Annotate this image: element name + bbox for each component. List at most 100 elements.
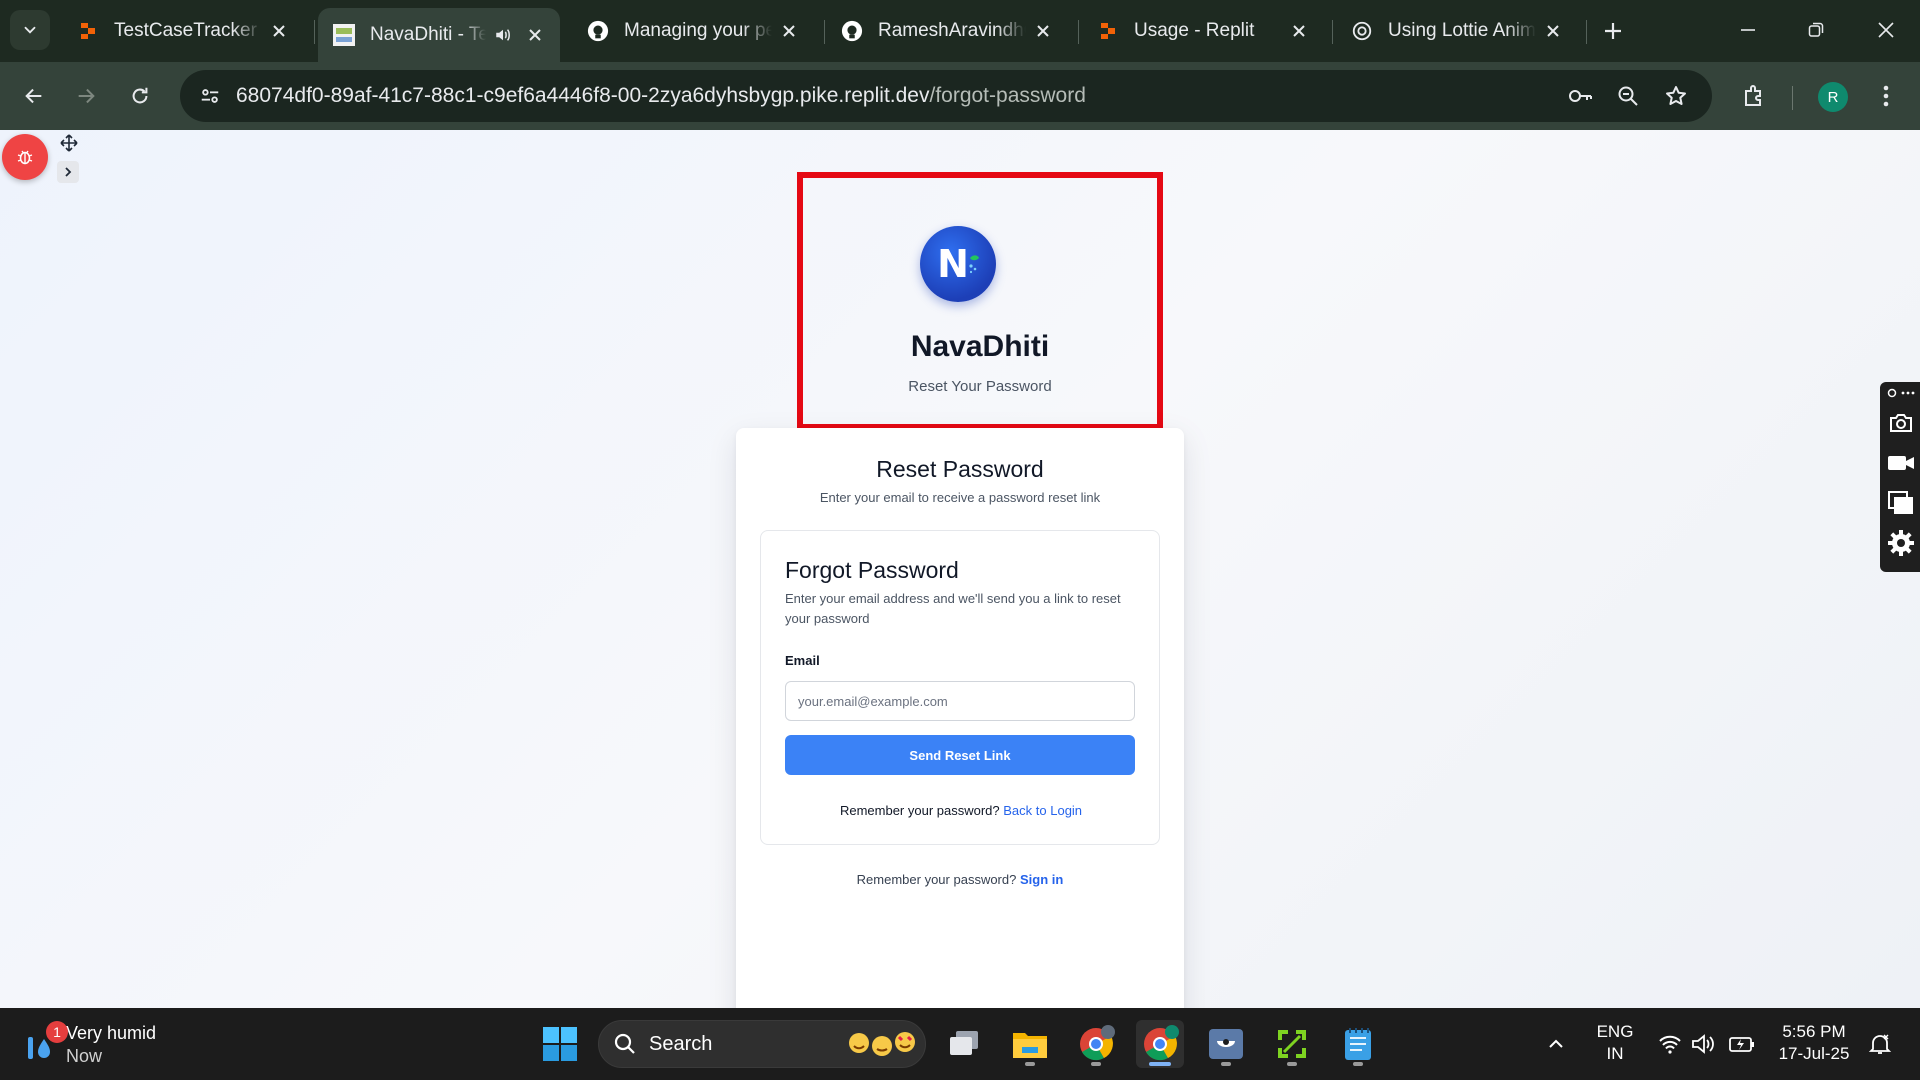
battery-icon[interactable] [1728,1030,1756,1058]
tab-separator [314,20,315,44]
camera-icon[interactable] [1886,408,1916,438]
email-input[interactable] [785,681,1135,721]
close-window-button[interactable] [1858,10,1914,50]
close-icon [1878,22,1894,38]
chrome-profile-button[interactable] [1072,1020,1120,1068]
toolbar-divider [1792,86,1793,110]
capture-menu-icon[interactable] [1886,384,1916,402]
password-key-icon[interactable] [1564,80,1596,112]
form-description: Enter your email address and we'll send … [785,591,1121,626]
chrome-active-button[interactable] [1136,1020,1184,1068]
close-icon[interactable] [778,20,800,42]
zoom-icon[interactable] [1612,80,1644,112]
sign-in-line: Remember your password? Sign in [736,872,1184,887]
folder-icon [1013,1033,1047,1058]
reload-button[interactable] [118,74,162,118]
tab-separator [824,20,825,44]
task-view-button[interactable] [940,1020,988,1068]
start-button[interactable] [536,1020,584,1068]
back-to-login-link[interactable]: Back to Login [1003,803,1082,818]
tab-title: Managing your personal [624,20,772,41]
tab-title: TestCaseTracker (4) [114,20,262,41]
extensions-icon[interactable] [1734,76,1774,116]
media-app-icon [1209,1029,1243,1059]
logo-leaf-icon [969,255,979,274]
language-indicator[interactable]: ENG IN [1590,1021,1640,1065]
task-view-icon [950,1031,978,1055]
weather-widget[interactable]: 1 Very humid Now [24,1021,156,1068]
windows-taskbar: 1 Very humid Now Search ENG IN 5:56 PM 1… [0,1008,1920,1080]
remember-text: Remember your password? [856,872,1017,887]
arrow-left-icon [25,88,42,104]
move-icon[interactable] [58,132,80,154]
expand-panel-button[interactable] [57,161,79,183]
back-to-login-line: Remember your password? Back to Login [761,803,1161,818]
forgot-password-form: Forgot Password Enter your email address… [760,530,1160,845]
search-icon [614,1033,635,1054]
window-capture-icon[interactable] [1886,488,1916,518]
notepad-icon [1345,1028,1371,1060]
bookmark-star-icon[interactable] [1660,80,1692,112]
browser-toolbar: 68074df0-89af-41c7-88c1-c9ef6a4446f8-00-… [0,62,1920,130]
card-title: Reset Password [876,456,1044,482]
sign-in-link[interactable]: Sign in [1020,872,1063,887]
tab-separator [1332,20,1333,44]
close-icon[interactable] [1288,20,1310,42]
back-button[interactable] [12,74,56,118]
settings-gear-icon[interactable] [1886,528,1916,558]
notification-center-icon[interactable] [1866,1030,1894,1058]
send-reset-link-button[interactable]: Send Reset Link [785,735,1135,775]
windows-start-icon [543,1027,577,1061]
volume-icon[interactable] [1690,1030,1718,1058]
tab-search-button[interactable] [10,10,50,50]
tab-strip: TestCaseTracker (4) NavaDhiti - Test Man… [0,0,1920,62]
notepad-button[interactable] [1334,1020,1382,1068]
tab-usage-replit[interactable]: Usage - Replit [1082,8,1324,54]
notification-badge: 1 [46,1021,68,1043]
chrome-icon [1144,1025,1179,1061]
new-tab-button[interactable] [1596,14,1630,48]
close-icon[interactable] [1032,20,1054,42]
chevron-right-icon [65,167,72,177]
reload-icon [132,87,148,104]
tab-separator [1078,20,1079,44]
email-label: Email [785,653,820,668]
tab-navadhiti[interactable]: NavaDhiti - Test [318,8,560,62]
minimize-button[interactable] [1720,10,1776,50]
tab-separator [1586,20,1587,44]
close-icon[interactable] [1542,20,1564,42]
snipping-app-button[interactable] [1268,1020,1316,1068]
tab-lottie[interactable]: Using Lottie Animations [1336,8,1578,54]
tab-testcasetracker[interactable]: TestCaseTracker (4) [62,8,304,54]
file-explorer-button[interactable] [1006,1020,1054,1068]
bug-report-button[interactable] [2,134,48,180]
more-menu-icon[interactable] [1866,76,1906,116]
bug-icon [17,150,33,165]
speaker-icon[interactable] [492,24,514,46]
navadhiti-logo: N [920,226,996,302]
tab-managing-personal[interactable]: Managing your personal [572,8,814,54]
profile-avatar[interactable]: R [1818,82,1848,112]
restore-button[interactable] [1788,10,1844,50]
address-bar[interactable]: 68074df0-89af-41c7-88c1-c9ef6a4446f8-00-… [180,70,1712,122]
video-camera-icon[interactable] [1886,448,1916,478]
clock[interactable]: 5:56 PM 17-Jul-25 [1772,1021,1856,1065]
remember-text: Remember your password? [839,803,1000,818]
minimize-icon [1741,29,1755,31]
close-icon[interactable] [268,20,290,42]
show-hidden-icons-button[interactable] [1542,1030,1570,1058]
media-app-button[interactable] [1202,1020,1250,1068]
taskbar-search[interactable]: Search [598,1020,926,1068]
tab-title: NavaDhiti - Test [370,24,486,45]
wifi-icon[interactable] [1656,1030,1684,1058]
forward-button[interactable] [64,74,108,118]
close-icon[interactable] [524,24,546,46]
page-viewport: N NavaDhiti Reset Your Password Reset Pa… [0,130,1920,1008]
chrome-icon [1080,1025,1115,1061]
url-text[interactable]: 68074df0-89af-41c7-88c1-c9ef6a4446f8-00-… [236,84,1086,108]
site-settings-icon[interactable] [192,78,228,114]
tab-rameshqa[interactable]: RameshAravindhQA [826,8,1068,54]
arrow-right-icon [78,88,95,104]
clock-date: 17-Jul-25 [1778,1044,1850,1063]
replit-icon [1096,19,1120,43]
